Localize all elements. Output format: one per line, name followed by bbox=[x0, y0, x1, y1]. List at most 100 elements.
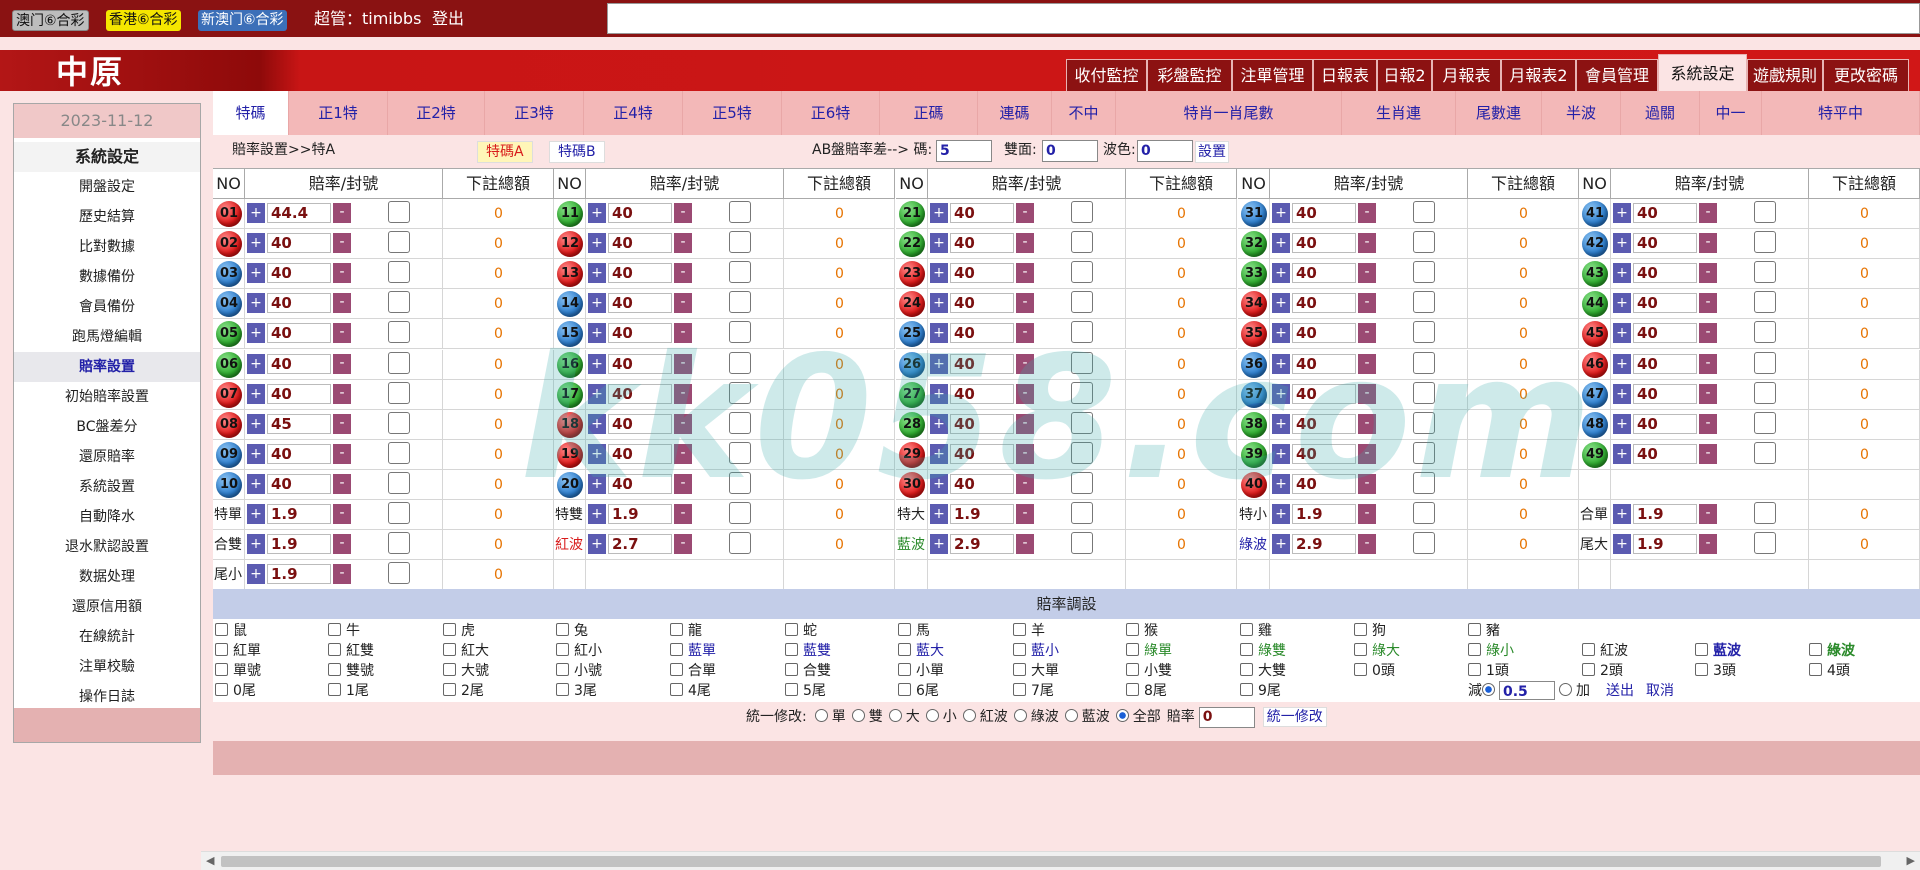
lock-checkbox[interactable] bbox=[1413, 502, 1435, 524]
plus-button[interactable]: + bbox=[247, 534, 265, 555]
plus-button[interactable]: + bbox=[930, 473, 948, 494]
odds-input[interactable]: 1.9 bbox=[608, 504, 672, 524]
plus-button[interactable]: + bbox=[1272, 413, 1290, 434]
odds-input[interactable]: 40 bbox=[1633, 263, 1697, 284]
nav-tab-10[interactable]: 更改密碼 bbox=[1823, 59, 1909, 91]
sidebar-item-2[interactable]: 比對數據 bbox=[14, 232, 200, 262]
odds-input[interactable]: 40 bbox=[1292, 473, 1356, 494]
adjust-option[interactable]: 蛇 bbox=[785, 621, 817, 641]
lock-checkbox[interactable] bbox=[1754, 502, 1776, 524]
checkbox-icon[interactable] bbox=[1126, 643, 1139, 656]
odds-input[interactable]: 40 bbox=[1633, 203, 1697, 223]
adjust-option[interactable]: 綠波 bbox=[1809, 641, 1855, 661]
minus-button[interactable]: - bbox=[333, 263, 351, 284]
adjust-option[interactable]: 羊 bbox=[1013, 621, 1045, 641]
minus-button[interactable]: - bbox=[1016, 293, 1034, 314]
checkbox-icon[interactable] bbox=[670, 623, 683, 636]
plus-button[interactable]: + bbox=[930, 534, 948, 555]
minus-button[interactable]: - bbox=[1358, 413, 1376, 434]
checkbox-icon[interactable] bbox=[670, 683, 683, 696]
minus-button[interactable]: - bbox=[1358, 534, 1376, 555]
lock-checkbox[interactable] bbox=[729, 261, 751, 284]
plus-button[interactable]: + bbox=[247, 413, 265, 434]
unify-radio-5[interactable] bbox=[1013, 709, 1027, 722]
scroll-left-icon[interactable]: ◀ bbox=[206, 854, 214, 867]
unify-radio-3[interactable] bbox=[925, 709, 939, 722]
lock-checkbox[interactable] bbox=[729, 381, 751, 404]
odds-input[interactable]: 1.9 bbox=[1633, 534, 1697, 555]
minus-button[interactable]: - bbox=[1699, 323, 1717, 344]
odds-input[interactable]: 40 bbox=[608, 353, 672, 374]
lock-checkbox[interactable] bbox=[1413, 411, 1435, 434]
sidebar-item-12[interactable]: 退水默認設置 bbox=[14, 532, 200, 562]
checkbox-icon[interactable] bbox=[1013, 643, 1026, 656]
minus-button[interactable]: - bbox=[1016, 443, 1034, 464]
minus-button[interactable]: - bbox=[674, 473, 692, 494]
minus-button[interactable]: - bbox=[1699, 413, 1717, 434]
checkbox-icon[interactable] bbox=[1354, 663, 1367, 676]
lock-checkbox[interactable] bbox=[388, 411, 410, 434]
sidebar-item-0[interactable]: 開盤設定 bbox=[14, 172, 200, 202]
top-input[interactable] bbox=[607, 3, 1920, 34]
odds-input[interactable]: 40 bbox=[608, 293, 672, 314]
sidebar-item-13[interactable]: 数据处理 bbox=[14, 562, 200, 592]
odds-input[interactable]: 40 bbox=[950, 233, 1014, 254]
odds-input[interactable]: 40 bbox=[1292, 233, 1356, 254]
minus-button[interactable]: - bbox=[674, 443, 692, 464]
odds-input[interactable]: 45 bbox=[267, 413, 331, 434]
plus-button[interactable]: + bbox=[1613, 413, 1631, 434]
odds-input[interactable]: 40 bbox=[1292, 383, 1356, 404]
odds-input[interactable]: 40 bbox=[608, 383, 672, 404]
adjust-option[interactable]: 合單 bbox=[670, 661, 716, 681]
minus-button[interactable]: - bbox=[1699, 353, 1717, 374]
adjust-option[interactable]: 綠雙 bbox=[1240, 641, 1286, 661]
submit-link[interactable]: 送出 bbox=[1606, 683, 1634, 699]
checkbox-icon[interactable] bbox=[1126, 683, 1139, 696]
checkbox-icon[interactable] bbox=[898, 623, 911, 636]
minus-button[interactable]: - bbox=[1016, 473, 1034, 494]
adjust-option[interactable]: 紅雙 bbox=[328, 641, 374, 661]
subtab-1[interactable]: 正1特 bbox=[289, 91, 388, 135]
subtab-0[interactable]: 特碼 bbox=[213, 91, 289, 135]
adjust-option[interactable]: 大號 bbox=[443, 661, 489, 681]
adjust-option[interactable]: 藍雙 bbox=[785, 641, 831, 661]
minus-button[interactable]: - bbox=[1358, 233, 1376, 254]
plus-button[interactable]: + bbox=[1272, 263, 1290, 284]
plus-button[interactable]: + bbox=[1613, 504, 1631, 524]
minus-button[interactable]: - bbox=[1016, 263, 1034, 284]
plus-button[interactable]: + bbox=[1613, 323, 1631, 344]
adjust-option[interactable]: 2尾 bbox=[443, 681, 484, 701]
unify-radio-4[interactable] bbox=[962, 709, 976, 722]
adjust-option[interactable]: 雙號 bbox=[328, 661, 374, 681]
odds-input[interactable]: 2.7 bbox=[608, 534, 672, 555]
sidebar-item-6[interactable]: 賠率設置 bbox=[14, 352, 200, 382]
minus-button[interactable]: - bbox=[1358, 443, 1376, 464]
checkbox-icon[interactable] bbox=[670, 663, 683, 676]
odds-input[interactable]: 40 bbox=[950, 383, 1014, 404]
subtab-11[interactable]: 生肖連 bbox=[1342, 91, 1456, 135]
adjust-option[interactable]: 小號 bbox=[556, 661, 602, 681]
adjust-option[interactable]: 9尾 bbox=[1240, 681, 1281, 701]
plus-button[interactable]: + bbox=[1272, 323, 1290, 344]
plus-button[interactable]: + bbox=[1272, 504, 1290, 524]
plus-button[interactable]: + bbox=[1613, 353, 1631, 374]
checkbox-icon[interactable] bbox=[1695, 663, 1708, 676]
lock-checkbox[interactable] bbox=[1413, 351, 1435, 374]
lock-checkbox[interactable] bbox=[1413, 291, 1435, 314]
odds-input[interactable]: 40 bbox=[950, 353, 1014, 374]
checkbox-icon[interactable] bbox=[215, 623, 228, 636]
lock-checkbox[interactable] bbox=[1754, 441, 1776, 464]
checkbox-icon[interactable] bbox=[1695, 643, 1708, 656]
odds-input[interactable]: 40 bbox=[1633, 323, 1697, 344]
odds-input[interactable]: 40 bbox=[1292, 353, 1356, 374]
adjust-option[interactable]: 小雙 bbox=[1126, 661, 1172, 681]
minus-button[interactable]: - bbox=[674, 263, 692, 284]
lock-checkbox[interactable] bbox=[1754, 381, 1776, 404]
odds-input[interactable]: 40 bbox=[950, 413, 1014, 434]
adjust-option[interactable]: 馬 bbox=[898, 621, 930, 641]
plus-button[interactable]: + bbox=[588, 263, 606, 284]
lock-checkbox[interactable] bbox=[1754, 321, 1776, 344]
minus-button[interactable]: - bbox=[1016, 353, 1034, 374]
checkbox-icon[interactable] bbox=[785, 643, 798, 656]
odds-input[interactable]: 40 bbox=[1292, 203, 1356, 223]
